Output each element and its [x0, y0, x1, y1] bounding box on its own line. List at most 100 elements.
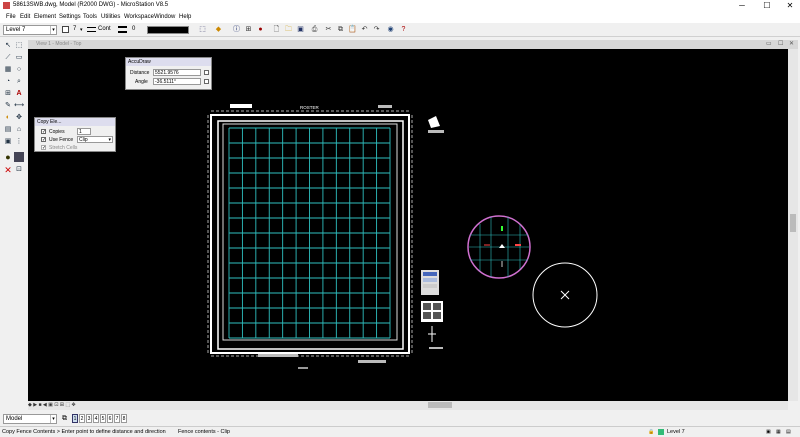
new-file-icon[interactable]: 🗋 [272, 25, 281, 35]
view-close-icon[interactable]: ✕ [789, 40, 794, 47]
use-fence-checkbox[interactable]: ✓ [41, 137, 46, 143]
copy-element-panel: Copy Ele... ✓ Copies 1 ✓ Use Fence Clip … [34, 117, 116, 152]
cell-icon[interactable]: ⊞ [3, 89, 13, 99]
menu-settings[interactable]: Settings [59, 14, 81, 20]
menu-utilities[interactable]: Utilities [101, 14, 120, 20]
pattern-icon[interactable]: ▤ [3, 125, 13, 135]
active-line-preview[interactable] [147, 26, 189, 34]
manipulate-icon[interactable]: ▦ [3, 65, 13, 75]
vertical-scroll-thumb[interactable] [790, 214, 796, 232]
chevron-down-icon[interactable]: ▾ [80, 27, 83, 33]
line-weight-icon [118, 26, 127, 33]
model-view-bar: Model ▾ ⧉ 1 2 3 4 5 6 7 8 [0, 410, 800, 426]
circle-icon[interactable]: ○ [14, 65, 24, 75]
fence-mode-select[interactable]: Clip ▾ [77, 136, 113, 143]
angle-lock[interactable] [204, 79, 209, 84]
rectangle-icon[interactable]: ▭ [14, 53, 24, 63]
color-swatch[interactable] [62, 26, 69, 33]
horizontal-scroll-thumb[interactable] [428, 402, 452, 408]
model-combo[interactable]: Model ▾ [3, 414, 57, 424]
distance-lock[interactable] [204, 70, 209, 75]
arc-icon[interactable]: ◔ [3, 77, 13, 87]
copy-panel-title: Copy Ele... [35, 118, 115, 126]
levels-icon[interactable]: ◆ [214, 25, 223, 35]
drawing-label-box [230, 104, 252, 108]
view-minimize-icon[interactable]: ▭ [766, 40, 772, 47]
message-icon[interactable]: ▤ [786, 429, 791, 435]
cut-icon[interactable]: ✂ [324, 25, 333, 35]
redo-icon[interactable]: ↷ [372, 25, 381, 35]
view-maximize-icon[interactable]: ☐ [778, 40, 783, 47]
element-selection-icon[interactable]: ⬚ [198, 25, 207, 35]
delete-icon[interactable]: ✕ [3, 165, 13, 175]
view-button-6[interactable]: 6 [107, 414, 113, 423]
distance-field[interactable]: 5521.9576 [153, 69, 201, 76]
menu-tools[interactable]: Tools [83, 14, 97, 20]
print-icon[interactable]: ⎙ [310, 25, 319, 35]
drawing-viewport[interactable]: ROSTER [28, 49, 788, 401]
tag-icon[interactable]: ⌂ [14, 125, 24, 135]
array-icon[interactable]: ⋮ [14, 137, 24, 147]
close-button[interactable]: ✕ [780, 0, 800, 12]
horizontal-scrollbar[interactable]: ◆ ▶ ■ ◀ ▣ ⊡ ⊞ ⬚ ✥ [28, 401, 788, 410]
angle-field[interactable]: -36.5111° [153, 78, 201, 85]
copies-label: Copies [49, 129, 65, 135]
select-icon[interactable]: ↖ [3, 41, 13, 51]
bspline-icon[interactable]: ● [3, 152, 13, 162]
maximize-button[interactable]: ☐ [757, 0, 777, 12]
menu-workspace[interactable]: Workspace [124, 14, 154, 20]
line-style-value[interactable]: Cont [98, 26, 111, 32]
open-folder-icon[interactable]: 🗀 [284, 25, 293, 35]
view-button-2[interactable]: 2 [79, 414, 85, 423]
info-icon[interactable]: ⓘ [232, 25, 241, 35]
copy-icon[interactable]: ⧉ [336, 25, 345, 35]
text-icon[interactable]: A [14, 89, 24, 99]
weight-value[interactable]: 0 [132, 26, 135, 32]
view-button-3[interactable]: 3 [86, 414, 92, 423]
globe-icon[interactable]: ◉ [386, 25, 395, 35]
group-icon[interactable]: ▣ [3, 137, 13, 147]
menu-window[interactable]: Window [154, 14, 175, 20]
inner-frame [217, 120, 404, 350]
modify-icon[interactable]: ✥ [14, 113, 24, 123]
design-file-icon[interactable]: ▦ [776, 429, 781, 435]
view-controls-icons[interactable]: ◆ ▶ ■ ◀ ▣ ⊡ ⊞ ⬚ ✥ [28, 402, 76, 408]
status-prompt: Copy Fence Contents > Enter point to def… [2, 429, 166, 435]
dimension-icon[interactable]: ⟷ [14, 101, 24, 111]
line-icon[interactable]: ⟋ [3, 53, 13, 63]
view-button-7[interactable]: 7 [114, 414, 120, 423]
models-icon[interactable]: ⧉ [62, 414, 71, 423]
menu-help[interactable]: Help [179, 14, 191, 20]
view-button-5[interactable]: 5 [100, 414, 106, 423]
menu-element[interactable]: Element [34, 14, 56, 20]
vertical-scrollbar[interactable] [788, 49, 798, 401]
menu-file[interactable]: File [6, 14, 16, 20]
paste-icon[interactable]: 📋 [348, 25, 357, 35]
view-button-1[interactable]: 1 [72, 414, 78, 423]
zoom-icon[interactable]: ⌕ [14, 77, 24, 87]
stretch-cells-checkbox[interactable]: ✓ [41, 145, 46, 151]
toolbar-row: Level 7 ▾ 7 ▾ Cont 0 ⬚ ◆ ⓘ ⊞ ● 🗋 🗀 ▣ ⎙ ✂… [0, 23, 800, 37]
snap-icon[interactable]: ▣ [766, 429, 771, 435]
copies-field[interactable]: 1 [77, 128, 91, 135]
level-combo[interactable]: Level 7 ▾ [3, 25, 57, 35]
view-control-icon[interactable]: ⊡ [14, 165, 24, 175]
measure-icon[interactable]: ◐ [3, 113, 13, 123]
grid-icon[interactable]: ⊞ [244, 25, 253, 35]
view-title: View 1 - Model - Top [36, 41, 82, 47]
minimize-button[interactable]: ─ [732, 0, 752, 12]
menu-edit[interactable]: Edit [20, 14, 30, 20]
render-icon[interactable]: ● [256, 25, 265, 35]
view-button-8[interactable]: 8 [121, 414, 127, 423]
view-button-4[interactable]: 4 [93, 414, 99, 423]
help-icon[interactable]: ? [399, 25, 408, 35]
save-icon[interactable]: ▣ [296, 25, 305, 35]
undo-icon[interactable]: ↶ [360, 25, 369, 35]
lock-icon[interactable]: 🔒 [648, 429, 654, 435]
view-icon[interactable] [14, 152, 24, 162]
point-icon[interactable]: ✎ [3, 101, 13, 111]
copies-checkbox[interactable]: ✓ [41, 129, 46, 135]
status-level: Level 7 [667, 429, 685, 435]
chevron-down-icon: ▾ [50, 415, 56, 423]
fence-icon[interactable]: ⬚ [14, 41, 24, 51]
